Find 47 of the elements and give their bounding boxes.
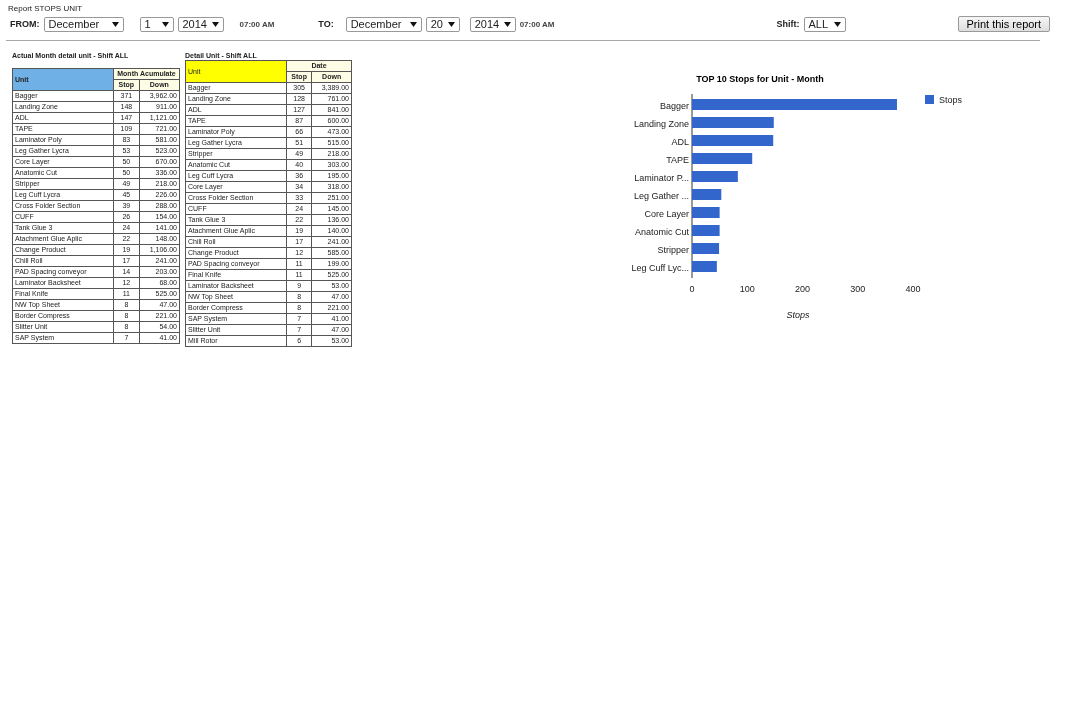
caret-icon (503, 21, 511, 27)
axis-label: Anatomic Cut (634, 227, 689, 237)
bar (692, 171, 738, 182)
dropdown[interactable]: December (345, 16, 422, 32)
dropdown[interactable]: 20 (425, 16, 460, 32)
dropdown[interactable]: December (43, 16, 124, 32)
to-time: 07:00 AM (519, 19, 555, 29)
caret-icon (111, 21, 119, 27)
axis-label: Core Layer (644, 209, 689, 219)
caret-icon (447, 21, 455, 27)
caret-icon (211, 21, 219, 27)
axis-label: Laminator P... (634, 173, 689, 183)
tick-label: 300 (850, 284, 866, 294)
caret-icon (833, 21, 841, 27)
axis-label: Bagger (659, 101, 689, 111)
from-label: FROM: (10, 19, 40, 29)
dropdown[interactable]: 2014 (469, 16, 516, 32)
tick-label: 200 (795, 284, 810, 294)
bar (692, 225, 720, 236)
tick-label: 0 (689, 284, 695, 294)
axis-label: Stripper (657, 245, 689, 255)
dropdown[interactable]: 1 (139, 16, 174, 32)
tick-label: 100 (739, 284, 755, 294)
legend-swatch (925, 95, 934, 104)
bar (692, 153, 753, 164)
axis-label: Leg Cuff Lyc... (631, 263, 689, 273)
bar (692, 261, 717, 272)
chart-title: TOP 10 Stops for Unit - Month (696, 74, 824, 84)
bar (692, 243, 720, 254)
caret-icon (409, 21, 417, 27)
from-time: 07:00 AM (239, 19, 275, 29)
shift-dropdown[interactable]: ALL (803, 16, 846, 32)
caret-icon (161, 21, 169, 27)
dropdown[interactable]: 2014 (177, 16, 224, 32)
shift-label: Shift: (776, 19, 800, 29)
axis-label: TAPE (666, 155, 689, 165)
legend-label: Stops (939, 95, 962, 105)
axis-label: Landing Zone (633, 119, 689, 129)
tick-label: 400 (905, 284, 921, 294)
bar (692, 207, 720, 218)
axis-label: Leg Gather ... (633, 191, 689, 201)
report-title: Report STOPS UNIT (7, 3, 84, 13)
axis-label: ADL (671, 137, 689, 147)
bar (692, 189, 722, 200)
print-button[interactable]: Print this report (957, 16, 1051, 32)
axis-title: Stops (786, 310, 810, 320)
to-label: TO: (318, 19, 334, 29)
